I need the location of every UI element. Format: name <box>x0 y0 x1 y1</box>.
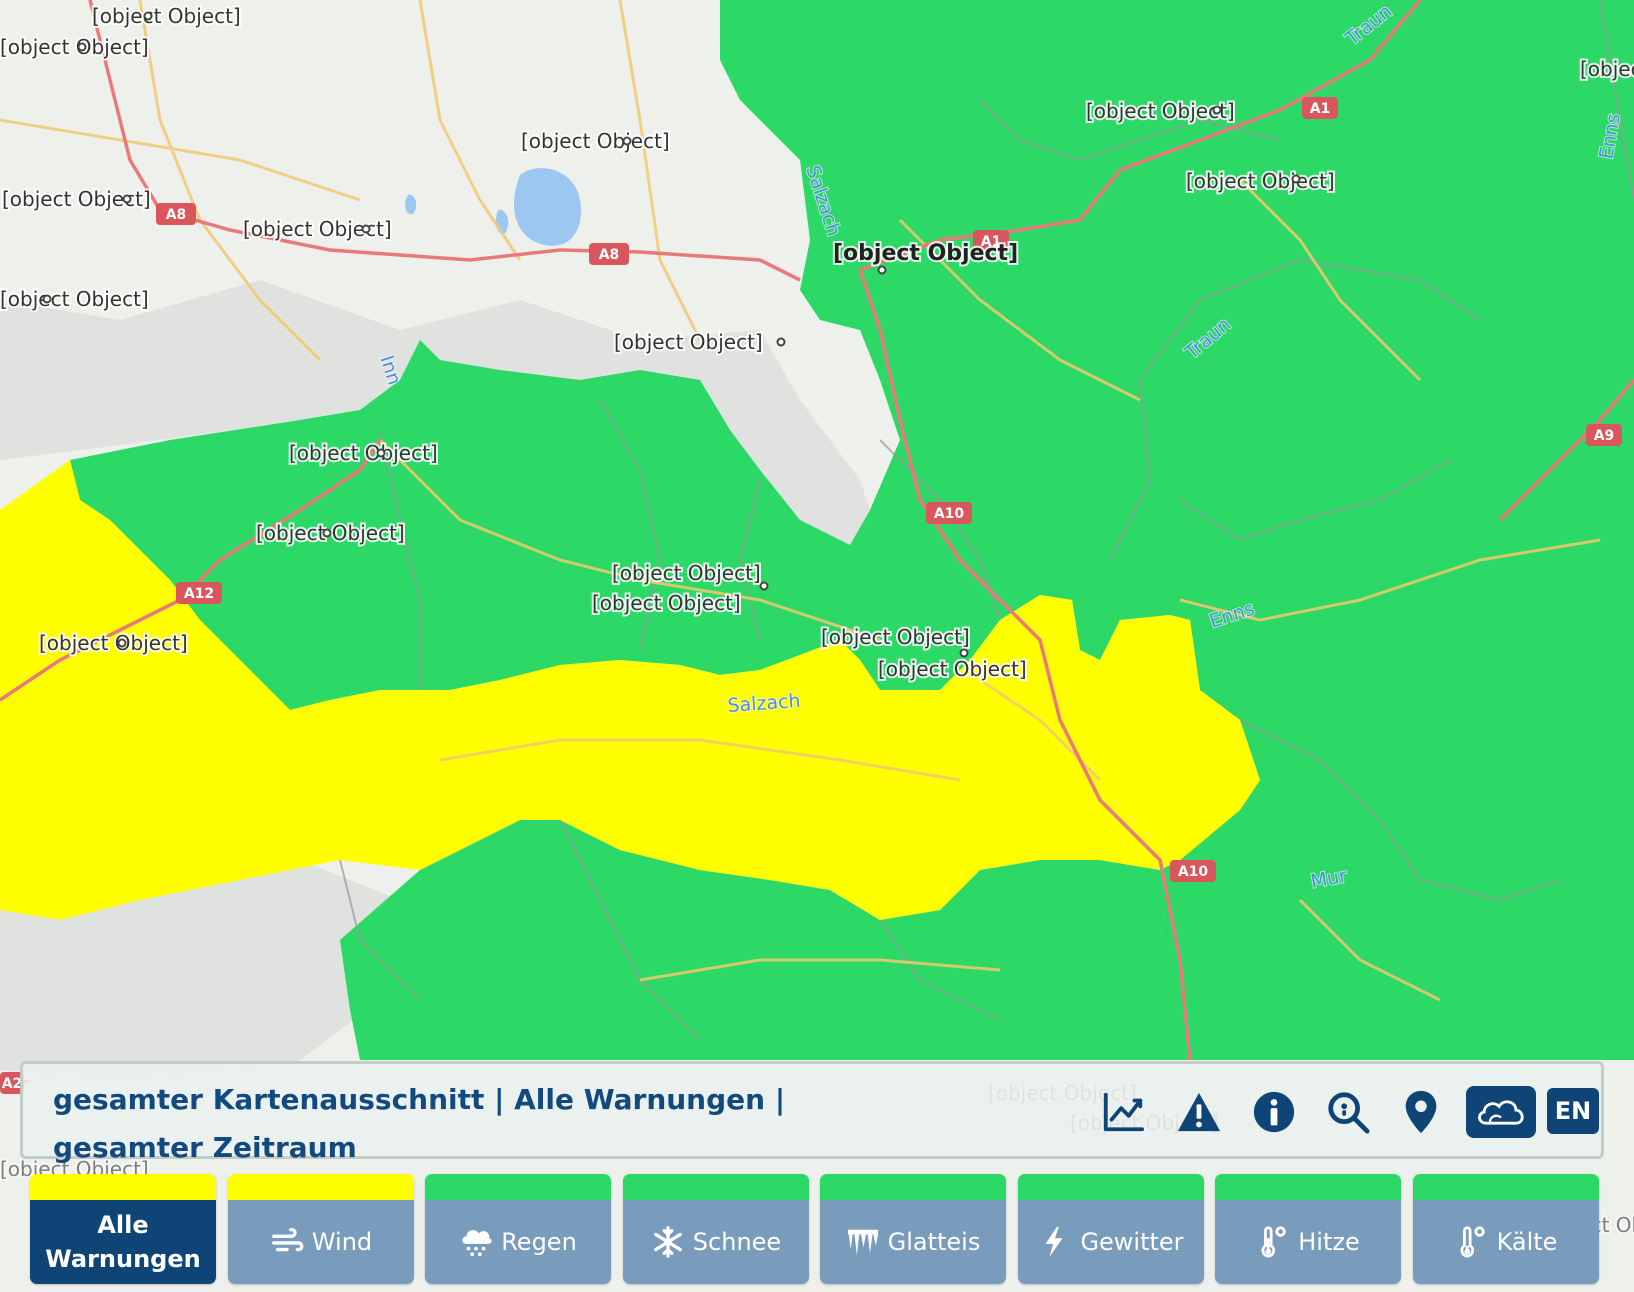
tab-label-line1: Alle <box>97 1211 149 1239</box>
tab-warning-level-strip <box>623 1174 809 1200</box>
icicles-icon <box>846 1225 880 1259</box>
tab-alle-warnungen[interactable]: Alle Warnungen <box>30 1174 216 1284</box>
place-label-gmunden: [object Object] <box>1186 169 1335 193</box>
place-label-haar: [object Object] <box>92 4 241 28</box>
warning-info-panel: gesamter Kartenausschnitt | Alle Warnung… <box>20 1061 1604 1164</box>
tab-label: Glatteis <box>887 1228 981 1256</box>
info-icon <box>1253 1091 1295 1133</box>
rain-cloud-icon <box>459 1225 493 1259</box>
tab-glatteis[interactable]: Glatteis <box>820 1174 1006 1284</box>
info-button[interactable] <box>1246 1086 1302 1138</box>
weather-layer-toggle[interactable] <box>1466 1086 1536 1138</box>
road-shield-a9: A9 <box>1594 428 1615 444</box>
tab-body: Gewitter <box>1018 1200 1204 1284</box>
tab-label: Wind <box>311 1228 373 1256</box>
tab-body: Kälte <box>1413 1200 1599 1284</box>
place-label-steyr: [object Object] <box>1580 57 1634 81</box>
line-chart-icon <box>1103 1092 1145 1132</box>
location-button[interactable] <box>1393 1086 1449 1138</box>
warning-triangle-icon <box>1177 1092 1221 1132</box>
tab-label-line2: Warnungen <box>45 1245 201 1273</box>
tab-label: Gewitter <box>1080 1228 1184 1256</box>
place-label-saalfelden-line2: [object Object] <box>592 591 741 615</box>
tab-warning-level-strip <box>820 1174 1006 1200</box>
tab-warning-level-strip <box>1215 1174 1401 1200</box>
place-label-st-johann-line1: [object Object] <box>821 625 970 649</box>
tab-kaelte[interactable]: Kälte <box>1413 1174 1599 1284</box>
road-shield-a10-south: A10 <box>1178 864 1209 880</box>
zoom-search-button[interactable] <box>1320 1086 1376 1138</box>
place-label-naching: [object Object] <box>0 35 149 59</box>
snowflake-icon <box>651 1225 685 1259</box>
tab-body: Glatteis <box>820 1200 1006 1284</box>
tab-hitze[interactable]: Hitze <box>1215 1174 1401 1284</box>
tab-label: Regen <box>501 1228 577 1256</box>
panel-title: gesamter Kartenausschnitt | Alle Warnung… <box>53 1076 813 1172</box>
place-label-toelz: [object Object] <box>0 287 149 311</box>
magnifier-location-icon <box>1328 1092 1370 1134</box>
tab-warning-level-strip <box>1413 1174 1599 1200</box>
panel-title-line1: gesamter Kartenausschnitt | Alle Warnung… <box>53 1083 786 1116</box>
map-pin-icon <box>1405 1090 1437 1134</box>
road-shield-a8-east: A8 <box>599 247 620 263</box>
cloud-icon <box>1478 1100 1524 1125</box>
place-label-bad-reichenhall: [object Object] <box>614 330 763 354</box>
tab-body: Regen <box>425 1200 611 1284</box>
place-label-voecklabruck: [object Object] <box>1086 99 1235 123</box>
tab-body: Schnee <box>623 1200 809 1284</box>
tab-gewitter[interactable]: Gewitter <box>1018 1174 1204 1284</box>
road-shield-a8-west: A8 <box>166 207 187 223</box>
tab-schnee[interactable]: Schnee <box>623 1174 809 1284</box>
tab-body: Hitze <box>1215 1200 1401 1284</box>
place-label-traunreut: [object Object] <box>521 129 670 153</box>
tab-warning-level-strip <box>1018 1174 1204 1200</box>
tab-label: Hitze <box>1298 1228 1360 1256</box>
road-shield-a10-north: A10 <box>934 506 965 522</box>
thermometer-cold-icon <box>1455 1225 1489 1259</box>
tab-warning-level-strip <box>425 1174 611 1200</box>
lightning-icon <box>1038 1225 1072 1259</box>
tab-label: Schnee <box>692 1228 782 1256</box>
tab-wind[interactable]: Wind <box>228 1174 414 1284</box>
wind-icon <box>270 1225 304 1259</box>
language-button[interactable]: EN <box>1547 1088 1599 1134</box>
tab-body: Wind <box>228 1200 414 1284</box>
tab-warning-level-strip <box>228 1174 414 1200</box>
road-shield-a12: A12 <box>184 586 214 602</box>
place-label-kufstein: [object Object] <box>289 441 438 465</box>
place-label-saalfelden-line1: [object Object] <box>612 561 761 585</box>
road-shield-a1-north: A1 <box>1310 101 1331 117</box>
place-label-salzburg: [object Object] <box>833 241 1018 266</box>
tab-warning-level-strip <box>30 1174 216 1200</box>
chart-button[interactable] <box>1095 1086 1151 1138</box>
warnings-button[interactable] <box>1171 1086 1227 1138</box>
panel-title-line2: gesamter Zeitraum <box>53 1131 357 1164</box>
tab-regen[interactable]: Regen <box>425 1174 611 1284</box>
tab-body: Alle Warnungen <box>30 1200 216 1284</box>
thermometer-hot-icon <box>1256 1225 1290 1259</box>
warning-type-tabs: Alle Warnungen Wind Regen Schnee Glattei… <box>20 1166 1614 1292</box>
place-label-st-johann-line2: [object Object] <box>878 657 1027 681</box>
tab-label: Kälte <box>1496 1228 1558 1256</box>
place-label-schwaz: [object Object] <box>39 631 188 655</box>
